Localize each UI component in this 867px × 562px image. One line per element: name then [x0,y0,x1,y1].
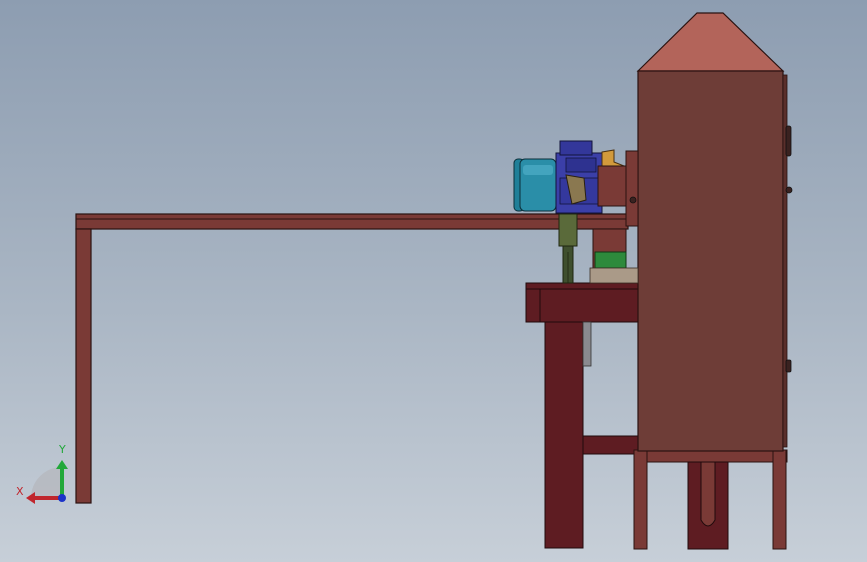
terminal-box[interactable] [559,140,593,156]
cabinet-body[interactable] [637,70,784,452]
table-left-leg[interactable] [75,228,92,504]
main-cabinet[interactable] [625,12,793,452]
base-stand[interactable] [525,282,639,549]
guide-sleeve[interactable] [558,213,578,247]
coordinate-triad [26,460,68,504]
triad-y-label: Y [59,443,66,456]
column-gusset[interactable] [582,321,592,367]
triad-backdrop-icon [31,467,62,498]
support-block[interactable] [589,267,639,284]
graphics-viewport[interactable]: Y X [0,0,867,562]
base-column[interactable] [544,321,584,549]
cabinet-leg-frame[interactable] [633,449,788,463]
base-crossbar[interactable] [582,435,639,455]
side-knob-low[interactable] [785,359,792,373]
triad-x-label: X [16,485,24,498]
green-plate[interactable] [594,251,627,269]
motor-assembly[interactable] [513,140,627,214]
table-top-rail[interactable] [75,213,629,230]
drive-housing[interactable] [589,228,639,284]
cabinet-support[interactable] [633,449,788,550]
cabinet-front-flange[interactable] [625,150,639,227]
side-knob-mid[interactable] [785,186,793,194]
side-knob-top[interactable] [785,125,792,157]
cabinet-roof[interactable] [636,12,785,72]
flange-bolt[interactable] [629,196,637,204]
model-view[interactable] [0,0,867,562]
cabinet-leg-right[interactable] [772,449,787,550]
linkage[interactable] [558,213,578,284]
drain-pipe[interactable] [700,461,716,527]
cabinet-leg-left[interactable] [633,449,648,550]
triad-origin-icon [58,494,66,502]
coupling-flange[interactable] [597,165,627,207]
